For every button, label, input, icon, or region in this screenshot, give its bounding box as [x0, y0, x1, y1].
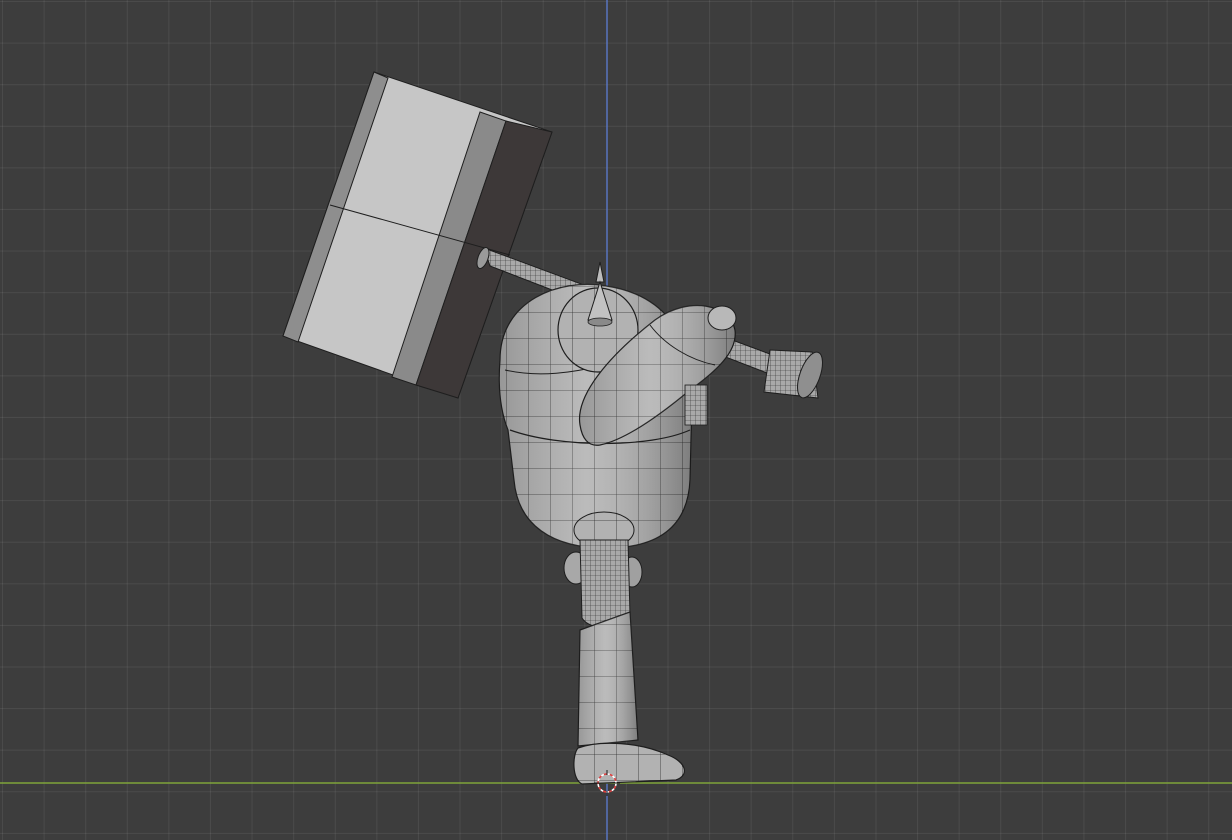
viewport-scene[interactable] [0, 0, 1232, 840]
robot-lower-leg[interactable] [577, 611, 639, 747]
3d-viewport[interactable] [0, 0, 1232, 840]
robot-foot[interactable] [573, 742, 685, 785]
